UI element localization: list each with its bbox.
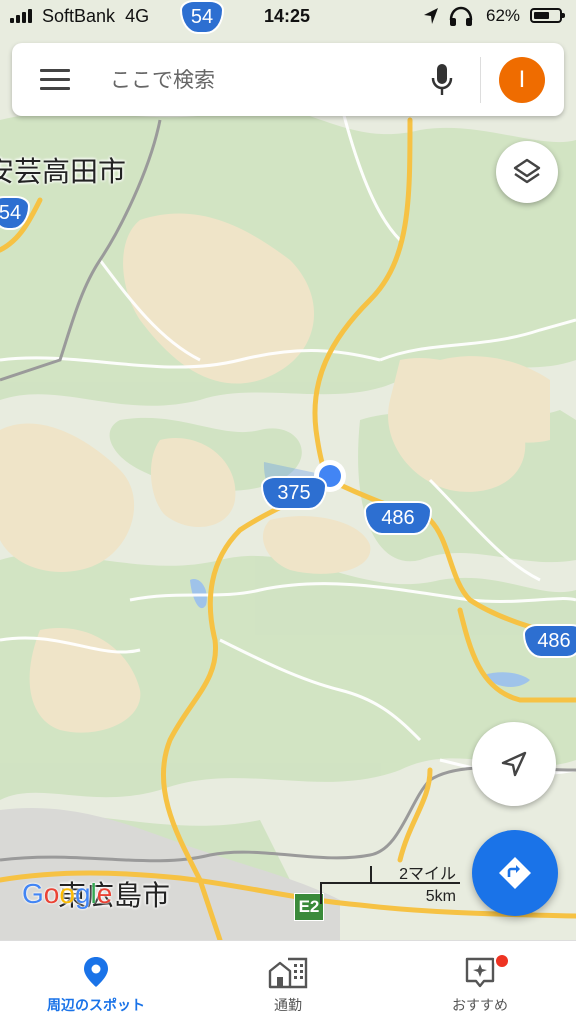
scale-line: [320, 882, 460, 884]
nav-commute-label: 通勤: [274, 998, 302, 1014]
signal-strength-icon: [10, 9, 36, 23]
map-scale: 2マイル 5km: [320, 858, 460, 908]
directions-icon: [499, 857, 531, 889]
my-location-button[interactable]: [472, 722, 556, 806]
bottom-navigation: 周辺のスポット 通勤 おすすめ: [0, 940, 576, 1025]
layers-button[interactable]: [496, 141, 558, 203]
scale-miles-label: 2マイル: [399, 866, 456, 883]
commute-buildings-icon: [268, 957, 308, 989]
scale-tick: [320, 882, 322, 904]
nav-explore[interactable]: 周辺のスポット: [0, 941, 192, 1025]
clock: 14:25: [264, 6, 311, 26]
scale-tick: [370, 866, 372, 884]
scale-km-label: 5km: [425, 888, 456, 905]
nav-explore-label: 周辺のスポット: [47, 998, 145, 1014]
location-pin-icon: [84, 957, 108, 987]
route-shield-486-east: 486: [523, 624, 576, 658]
navigation-arrow-icon: [501, 751, 527, 777]
place-label-akitakata[interactable]: 安芸高田市: [0, 150, 126, 190]
search-bar[interactable]: I: [12, 43, 564, 116]
nav-for-you-label: おすすめ: [452, 998, 508, 1014]
map-canvas[interactable]: [0, 0, 576, 940]
menu-icon[interactable]: [40, 69, 70, 91]
route-shield-375: 375: [261, 476, 327, 510]
directions-button[interactable]: [472, 830, 558, 916]
headphones-icon: [449, 6, 473, 26]
battery-percent: 62%: [486, 6, 521, 25]
battery-level: [534, 12, 549, 19]
status-bar: SoftBank 4G 14:25 62%: [0, 0, 576, 32]
notification-badge: [494, 953, 510, 969]
search-input[interactable]: [108, 61, 412, 99]
search-divider: [480, 57, 481, 103]
map-graphic: [0, 0, 576, 940]
sparkle-icon: [465, 957, 495, 988]
battery-icon: [530, 8, 565, 23]
google-logo: Google: [22, 878, 113, 909]
nav-commute[interactable]: 通勤: [192, 941, 384, 1025]
carrier-label: SoftBank 4G: [42, 6, 150, 26]
location-services-icon: [424, 8, 438, 24]
layers-icon: [513, 158, 541, 184]
battery-cap: [562, 13, 565, 18]
account-avatar[interactable]: I: [499, 57, 545, 103]
route-shield-486: 486: [364, 501, 432, 535]
mic-icon[interactable]: [430, 63, 454, 97]
nav-for-you[interactable]: おすすめ: [384, 941, 576, 1025]
